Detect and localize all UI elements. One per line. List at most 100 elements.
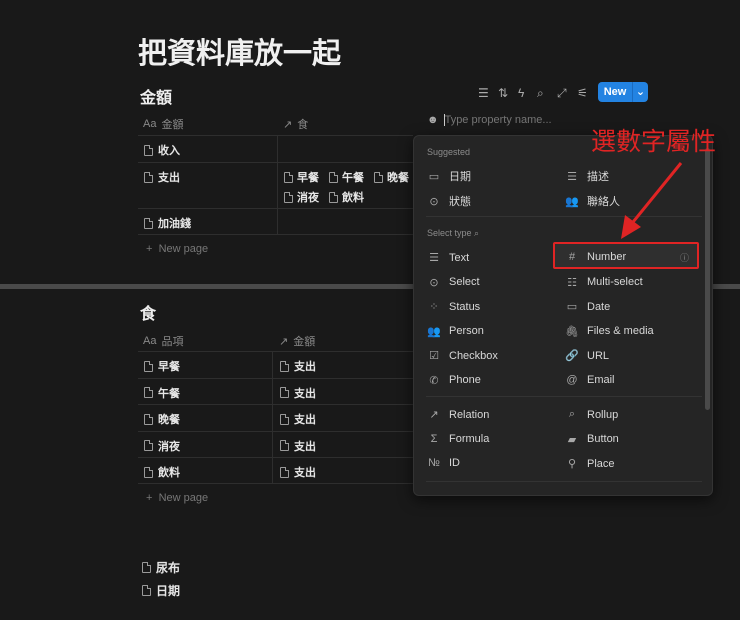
table-row[interactable]: 晚餐 — [144, 411, 180, 427]
menu-item-description[interactable]: ☰ 描述 — [565, 168, 609, 184]
menu-item-type[interactable]: ⊙ Select — [427, 276, 479, 289]
page-icon — [142, 585, 151, 596]
menu-item-type[interactable]: @ Email — [565, 373, 614, 386]
menu-scrollbar[interactable] — [705, 148, 710, 410]
settings-icon[interactable]: ⚟ — [577, 86, 588, 100]
relation-chip[interactable]: 晚餐 — [387, 169, 409, 185]
page-icon — [142, 562, 151, 573]
menu-item-type[interactable]: ▰ Button — [565, 433, 619, 446]
table-row[interactable]: 早餐 — [144, 358, 180, 374]
link-icon: 🔗 — [565, 350, 579, 362]
text-icon: Aa — [143, 118, 157, 130]
filter-icon[interactable]: ☰ — [478, 86, 489, 100]
text-icon: Aa — [143, 335, 157, 347]
menu-item-type[interactable]: # Number ⓘ — [565, 251, 689, 263]
table-row[interactable]: 午餐 — [144, 385, 180, 401]
menu-item-type[interactable]: ☰ Text — [427, 251, 469, 265]
help-icon[interactable]: ⓘ — [680, 251, 689, 264]
text-lines-icon: ☰ — [429, 252, 439, 264]
list-icon: ☷ — [567, 276, 577, 289]
people-icon: 👥 — [427, 325, 441, 338]
menu-item-contact[interactable]: 👥 聯絡人 — [565, 193, 620, 209]
expand-icon[interactable]: ⤢ — [557, 86, 567, 101]
sigma-icon: Σ — [430, 432, 438, 445]
status-icon: ⁘ — [429, 301, 439, 313]
checkbox-icon: ☑ — [429, 350, 439, 362]
relation-cell[interactable]: 支出 — [280, 464, 316, 480]
relation-chip[interactable]: 飲料 — [342, 189, 364, 205]
table-row[interactable]: 加油錢 — [144, 215, 191, 231]
new-page-button[interactable]: + New page — [146, 243, 208, 255]
property-name-input[interactable] — [443, 114, 564, 126]
select-icon: ⊙ — [429, 276, 439, 289]
relation-chip[interactable]: 午餐 — [342, 169, 364, 185]
relation-chip[interactable]: 消夜 — [297, 189, 319, 205]
plus-icon: + — [146, 243, 153, 255]
table-row[interactable]: 支出 — [144, 169, 180, 185]
column-header-name[interactable]: Aa 品項 — [143, 333, 183, 349]
at-icon: @ — [566, 373, 578, 386]
page-icon — [284, 171, 293, 183]
automation-icon[interactable]: ϟ — [518, 86, 524, 100]
relation-cell-line2[interactable]: 消夜 飲料 — [284, 189, 364, 205]
relation-cell[interactable]: 支出 — [280, 438, 316, 454]
column-header-relation[interactable]: ↗ 金額 — [279, 333, 315, 349]
menu-item-type[interactable]: ☷ Multi-select — [565, 276, 643, 289]
menu-item-type[interactable]: ↗ Relation — [427, 408, 489, 422]
annotation-arrow — [621, 162, 683, 239]
page-link[interactable]: 尿布 — [142, 559, 180, 576]
new-page-button[interactable]: + New page — [146, 492, 208, 504]
page-icon — [280, 413, 289, 425]
db2-title[interactable]: 食 — [140, 300, 156, 324]
menu-item-date-suggest[interactable]: ▭ 日期 — [427, 168, 471, 184]
page-icon — [280, 440, 289, 452]
property-name-field[interactable]: ☻ — [427, 114, 564, 126]
menu-item-status-suggest[interactable]: ⊙ 狀態 — [427, 193, 471, 209]
relation-cell[interactable]: 支出 — [280, 411, 316, 427]
menu-item-type[interactable]: ⚲ Place — [565, 457, 615, 471]
menu-item-type[interactable]: № ID — [427, 457, 460, 469]
chevron-down-icon[interactable]: ⌄ — [632, 82, 648, 102]
db1-title[interactable]: 金額 — [140, 84, 172, 108]
page-icon — [374, 171, 383, 183]
table-row[interactable]: 收入 — [144, 142, 180, 158]
menu-item-type[interactable]: ▭ Date — [565, 300, 610, 314]
page-icon — [144, 440, 153, 452]
page-title: 把資料庫放一起 — [138, 38, 342, 70]
page-icon — [329, 171, 338, 183]
text-lines-icon: ☰ — [567, 170, 577, 183]
menu-item-type[interactable]: Σ Formula — [427, 432, 490, 445]
page-icon — [144, 144, 153, 156]
table-row[interactable]: 飲料 — [144, 464, 180, 480]
section-label: Suggested — [427, 147, 471, 157]
page-icon — [144, 171, 153, 183]
menu-item-type[interactable]: 👥 Person — [427, 325, 484, 338]
column-header-name[interactable]: Aa 金額 — [143, 116, 183, 132]
relation-cell[interactable]: 支出 — [280, 358, 316, 374]
menu-item-type[interactable]: ⌕ Rollup — [565, 408, 618, 421]
relation-chip[interactable]: 早餐 — [297, 169, 319, 185]
page-icon — [280, 360, 289, 372]
page-link[interactable]: 日期 — [142, 582, 180, 599]
menu-item-type[interactable]: ✆ Phone — [427, 374, 480, 387]
menu-item-type[interactable]: ⁘ Status — [427, 300, 480, 314]
column-header-relation[interactable]: ↗ 食 — [283, 116, 308, 132]
emoji-icon: ☻ — [427, 114, 439, 126]
search-icon[interactable]: ⌕ — [474, 228, 479, 238]
new-button[interactable]: New ⌄ — [598, 82, 648, 102]
menu-item-type[interactable]: 🔗 URL — [565, 349, 609, 363]
table-row[interactable]: 消夜 — [144, 438, 180, 454]
relation-icon: ↗ — [279, 335, 289, 348]
section-label: Select type ⌕ — [427, 228, 480, 238]
relation-cell[interactable]: 早餐 午餐 晚餐 — [284, 169, 409, 185]
search-icon[interactable]: ⌕ — [537, 86, 544, 101]
page-icon — [280, 387, 289, 399]
page-icon — [280, 466, 289, 478]
sort-icon[interactable]: ⇅ — [498, 86, 508, 100]
page-icon — [144, 413, 153, 425]
plus-icon: + — [146, 492, 153, 504]
menu-item-type[interactable]: 🖇 Files & media — [565, 325, 654, 338]
select-icon: ⊙ — [429, 195, 439, 208]
relation-cell[interactable]: 支出 — [280, 385, 316, 401]
menu-item-type[interactable]: ☑ Checkbox — [427, 349, 498, 363]
